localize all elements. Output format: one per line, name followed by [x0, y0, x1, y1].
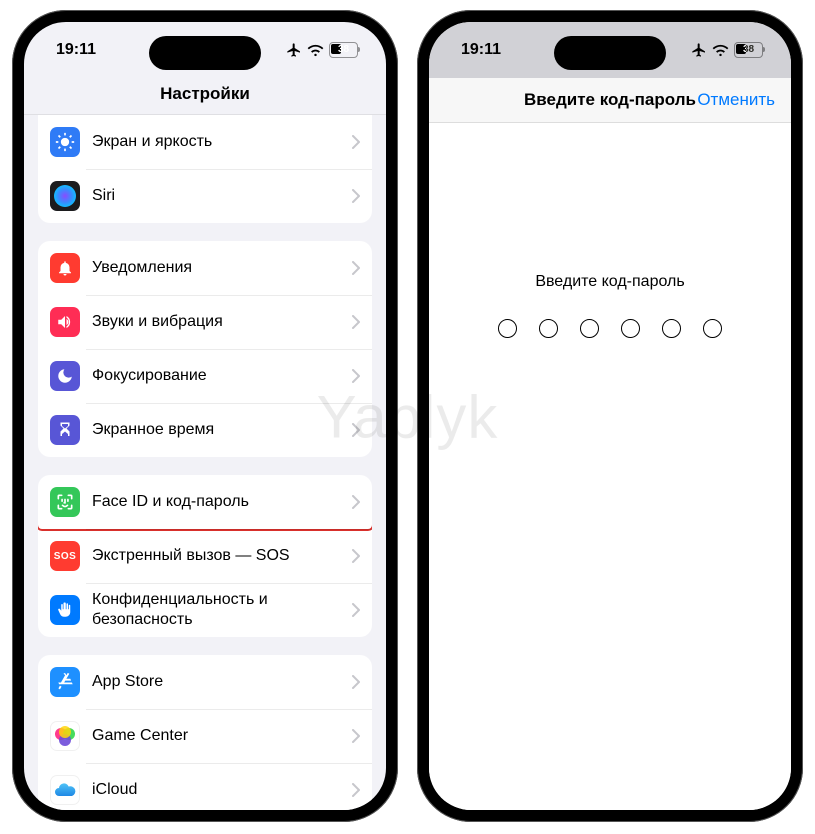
row-label: Звуки и вибрация: [92, 312, 352, 332]
dynamic-island: [554, 36, 666, 70]
settings-row-hourglass[interactable]: Экранное время: [38, 403, 372, 457]
settings-row-faceid[interactable]: Face ID и код-пароль: [38, 475, 372, 529]
battery-icon: 38: [329, 42, 358, 58]
passcode-title: Введите код-пароль: [524, 90, 696, 110]
settings-group: Экран и яркость Siri: [38, 115, 372, 223]
settings-row-appstore[interactable]: App Store: [38, 655, 372, 709]
wifi-icon: [712, 44, 729, 57]
settings-row-bell[interactable]: Уведомления: [38, 241, 372, 295]
passcode-dot: [580, 319, 599, 338]
settings-row-sos[interactable]: SOS Экстренный вызов — SOS: [38, 529, 372, 583]
battery-icon: 38: [734, 42, 763, 58]
settings-row-hand[interactable]: Конфиденциальность и безопасность: [38, 583, 372, 637]
airplane-icon: [286, 42, 302, 58]
status-time: 19:11: [461, 41, 521, 59]
chevron-right-icon: [352, 369, 360, 383]
chevron-right-icon: [352, 315, 360, 329]
faceid-icon: [50, 487, 80, 517]
row-label: Уведомления: [92, 258, 352, 278]
hand-icon: [50, 595, 80, 625]
moon-icon: [50, 361, 80, 391]
settings-row-moon[interactable]: Фокусирование: [38, 349, 372, 403]
row-label: Конфиденциальность и безопасность: [92, 590, 352, 630]
row-label: Фокусирование: [92, 366, 352, 386]
chevron-right-icon: [352, 783, 360, 797]
chevron-right-icon: [352, 189, 360, 203]
settings-row-siri[interactable]: Siri: [38, 169, 372, 223]
chevron-right-icon: [352, 603, 360, 617]
icloud-icon: [50, 775, 80, 805]
passcode-prompt: Введите код-пароль: [535, 273, 684, 291]
chevron-right-icon: [352, 423, 360, 437]
wifi-icon: [307, 44, 324, 57]
cancel-button[interactable]: Отменить: [697, 90, 775, 110]
passcode-dot: [539, 319, 558, 338]
row-label: Face ID и код-пароль: [92, 492, 352, 512]
passcode-dot: [621, 319, 640, 338]
chevron-right-icon: [352, 675, 360, 689]
settings-row-icloud[interactable]: iCloud: [38, 763, 372, 810]
row-label: Siri: [92, 186, 352, 206]
settings-row-speaker[interactable]: Звуки и вибрация: [38, 295, 372, 349]
phone-frame-right: 19:11 38 Введите код-пароль Отменить Вве…: [417, 10, 803, 822]
settings-group: App Store Game Center iCloud Wallet и Ap…: [38, 655, 372, 810]
passcode-dot: [703, 319, 722, 338]
row-label: App Store: [92, 672, 352, 692]
passcode-nav-bar: Введите код-пароль Отменить: [429, 78, 791, 123]
dynamic-island: [149, 36, 261, 70]
settings-row-display[interactable]: Экран и яркость: [38, 115, 372, 169]
chevron-right-icon: [352, 495, 360, 509]
page-title: Настройки: [24, 78, 386, 115]
chevron-right-icon: [352, 135, 360, 149]
status-time: 19:11: [56, 41, 116, 59]
speaker-icon: [50, 307, 80, 337]
appstore-icon: [50, 667, 80, 697]
settings-group: Face ID и код-пароль SOS Экстренный вызо…: [38, 475, 372, 637]
chevron-right-icon: [352, 261, 360, 275]
row-label: Экранное время: [92, 420, 352, 440]
sos-icon: SOS: [50, 541, 80, 571]
siri-icon: [50, 181, 80, 211]
row-label: Game Center: [92, 726, 352, 746]
passcode-dot: [498, 319, 517, 338]
passcode-dots[interactable]: [498, 319, 722, 338]
passcode-dot: [662, 319, 681, 338]
airplane-icon: [691, 42, 707, 58]
chevron-right-icon: [352, 549, 360, 563]
phone-frame-left: 19:11 38 Настройки Экран и яркость Siri …: [12, 10, 398, 822]
settings-row-gamecenter[interactable]: Game Center: [38, 709, 372, 763]
row-label: Экстренный вызов — SOS: [92, 546, 352, 566]
row-label: iCloud: [92, 780, 352, 800]
row-label: Экран и яркость: [92, 132, 352, 152]
display-icon: [50, 127, 80, 157]
hourglass-icon: [50, 415, 80, 445]
gamecenter-icon: [50, 721, 80, 751]
chevron-right-icon: [352, 729, 360, 743]
settings-group: Уведомления Звуки и вибрация Фокусирован…: [38, 241, 372, 457]
bell-icon: [50, 253, 80, 283]
